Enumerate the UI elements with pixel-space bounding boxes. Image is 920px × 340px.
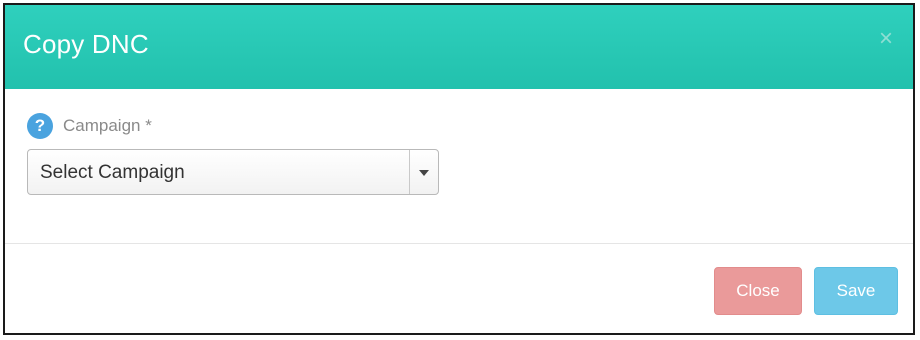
close-icon[interactable]: × — [879, 27, 893, 51]
dialog-title: Copy DNC — [23, 29, 149, 59]
dialog-header: Copy DNC × — [5, 5, 913, 89]
select-divider — [409, 150, 410, 194]
footer-divider — [5, 243, 913, 244]
save-button[interactable]: Save — [814, 267, 898, 315]
question-circle-icon[interactable]: ? — [27, 113, 53, 139]
close-button[interactable]: Close — [714, 267, 802, 315]
campaign-label-row: ? Campaign * — [27, 113, 152, 139]
copy-dnc-dialog: Copy DNC × ? Campaign * Select Campaign … — [3, 3, 915, 335]
caret-down-icon — [419, 170, 429, 176]
campaign-label: Campaign * — [63, 116, 152, 135]
campaign-select[interactable]: Select Campaign — [27, 149, 439, 195]
campaign-select-value: Select Campaign — [40, 162, 185, 183]
